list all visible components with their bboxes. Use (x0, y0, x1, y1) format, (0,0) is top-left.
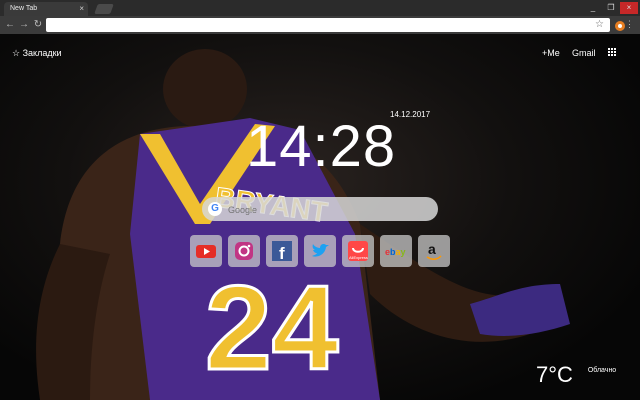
weather-temp: 7°C (536, 362, 573, 387)
tab-new-tab[interactable]: New Tab × (4, 2, 88, 16)
browser-menu-icon[interactable]: ⋮ (625, 18, 634, 30)
search-input[interactable] (226, 200, 430, 220)
star-icon: ☆ (12, 48, 21, 58)
instagram-tile[interactable] (228, 235, 260, 267)
aliexpress-icon: AliExpress (348, 241, 368, 261)
new-tab-button[interactable] (94, 4, 114, 14)
facebook-tile[interactable]: f (266, 235, 298, 267)
bookmarks-label: Закладки (22, 48, 62, 58)
maximize-button[interactable]: ❐ (602, 2, 620, 14)
amazon-icon: a (426, 241, 442, 260)
twitter-tile[interactable] (304, 235, 336, 267)
amazon-tile[interactable]: a (418, 235, 450, 267)
youtube-tile[interactable] (190, 235, 222, 267)
weather-widget: 7°C Облачно (536, 362, 616, 388)
back-button[interactable]: ← (4, 19, 16, 31)
svg-text:ebay: ebay (385, 247, 406, 257)
aliexpress-tile[interactable]: AliExpress (342, 235, 374, 267)
tab-title: New Tab (10, 5, 38, 12)
reload-button[interactable]: ↻ (32, 19, 44, 31)
bookmarks-link[interactable]: ☆ Закладки (12, 48, 62, 59)
weather-condition: Облачно (587, 367, 617, 374)
svg-text:a: a (428, 241, 436, 257)
facebook-icon: f (272, 241, 292, 262)
google-search-box[interactable]: G (202, 197, 438, 221)
address-bar[interactable]: ☆ (46, 18, 610, 32)
browser-titlebar: New Tab × _ ❐ × (0, 0, 640, 16)
cloud-icon (577, 376, 583, 382)
close-window-button[interactable]: × (620, 2, 638, 14)
browser-toolbar: ← → ↻ ☆ ⋮ (0, 16, 640, 34)
plus-me-link[interactable]: +Me (542, 48, 560, 58)
instagram-icon (235, 242, 253, 260)
youtube-icon (196, 245, 216, 258)
minimize-button[interactable]: _ (584, 2, 602, 14)
clock: 14:28 (246, 114, 397, 179)
svg-text:f: f (279, 244, 285, 262)
ebay-icon: ebay (385, 247, 406, 257)
bookmark-star-icon[interactable]: ☆ (595, 19, 604, 31)
address-input[interactable] (52, 18, 572, 32)
ebay-tile[interactable]: ebay (380, 235, 412, 267)
forward-button[interactable]: → (18, 19, 30, 31)
gmail-link[interactable]: Gmail (572, 48, 596, 58)
google-icon: G (208, 202, 222, 216)
svg-text:AliExpress: AliExpress (349, 255, 368, 260)
apps-grid-icon[interactable] (608, 48, 616, 58)
twitter-icon (312, 244, 329, 257)
svg-text:24: 24 (205, 261, 339, 395)
tab-close-icon[interactable]: × (79, 2, 84, 16)
